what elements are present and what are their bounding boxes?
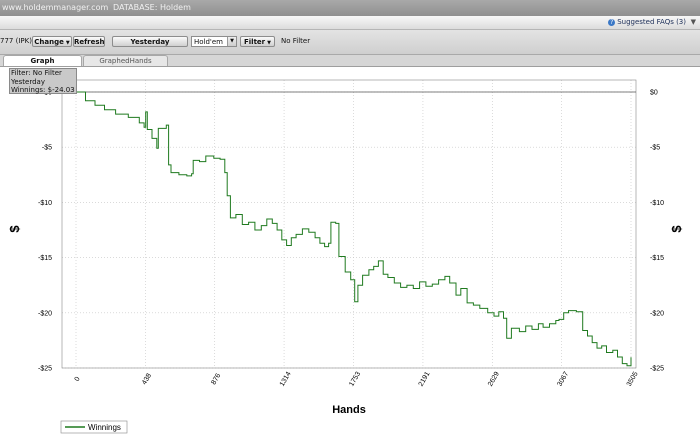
x-tick-label-7: 3067 bbox=[556, 371, 570, 388]
y-tick-label-left-1: -$5 bbox=[42, 145, 52, 152]
graph-info-box: Filter: No Filter Yesterday Winnings: $-… bbox=[9, 68, 77, 94]
y-tick-label-left-3: -$15 bbox=[38, 255, 52, 262]
y-axis-label-right: $ bbox=[669, 225, 684, 233]
winnings-chart: 0 438 876 1314 1753 2191 2629 3067 3505 $0 -$5 -$1… bbox=[7, 79, 684, 434]
y-axis-right-ticks: $0 -$5 -$10 -$15 -$20 -$25 bbox=[650, 90, 664, 373]
x-tick-label-5: 2191 bbox=[418, 371, 432, 388]
y-tick-label-left-5: -$25 bbox=[38, 366, 52, 373]
y-tick-label-left-2: -$10 bbox=[38, 200, 52, 207]
x-tick-label-0: 0 bbox=[74, 376, 82, 383]
x-tick-label-8: 3505 bbox=[626, 371, 640, 388]
legend-label-winnings: Winnings bbox=[88, 423, 121, 432]
y-axis-label-left: $ bbox=[7, 225, 22, 233]
x-tick-label-1: 438 bbox=[141, 372, 153, 386]
y-tick-label-right-3: -$15 bbox=[650, 255, 664, 262]
x-tick-label-3: 1314 bbox=[279, 371, 293, 388]
series-line-winnings bbox=[76, 91, 632, 367]
x-tick-label-4: 1753 bbox=[348, 371, 362, 388]
y-tick-label-left-4: -$20 bbox=[38, 310, 52, 317]
legend: Winnings bbox=[60, 420, 128, 434]
y-tick-label-right-0: $0 bbox=[650, 90, 658, 97]
y-tick-label-right-2: -$10 bbox=[650, 200, 664, 207]
info-winnings: Winnings: $-24.03 bbox=[11, 86, 75, 94]
y-tick-label-right-5: -$25 bbox=[650, 366, 664, 373]
x-tick-label-2: 876 bbox=[210, 372, 222, 386]
x-axis-ticks: 0 438 876 1314 1753 2191 2629 3067 3505 bbox=[74, 371, 640, 388]
x-axis-label: Hands bbox=[332, 404, 366, 416]
y-axis-left-ticks: $0-$5-$10-$15-$20-$25 bbox=[38, 90, 52, 373]
y-tick-label-right-4: -$20 bbox=[650, 310, 664, 317]
x-tick-label-6: 2629 bbox=[487, 371, 501, 388]
y-tick-label-right-1: -$5 bbox=[650, 145, 660, 152]
info-date: Yesterday bbox=[11, 77, 45, 86]
info-filter: Filter: No Filter bbox=[11, 69, 62, 77]
